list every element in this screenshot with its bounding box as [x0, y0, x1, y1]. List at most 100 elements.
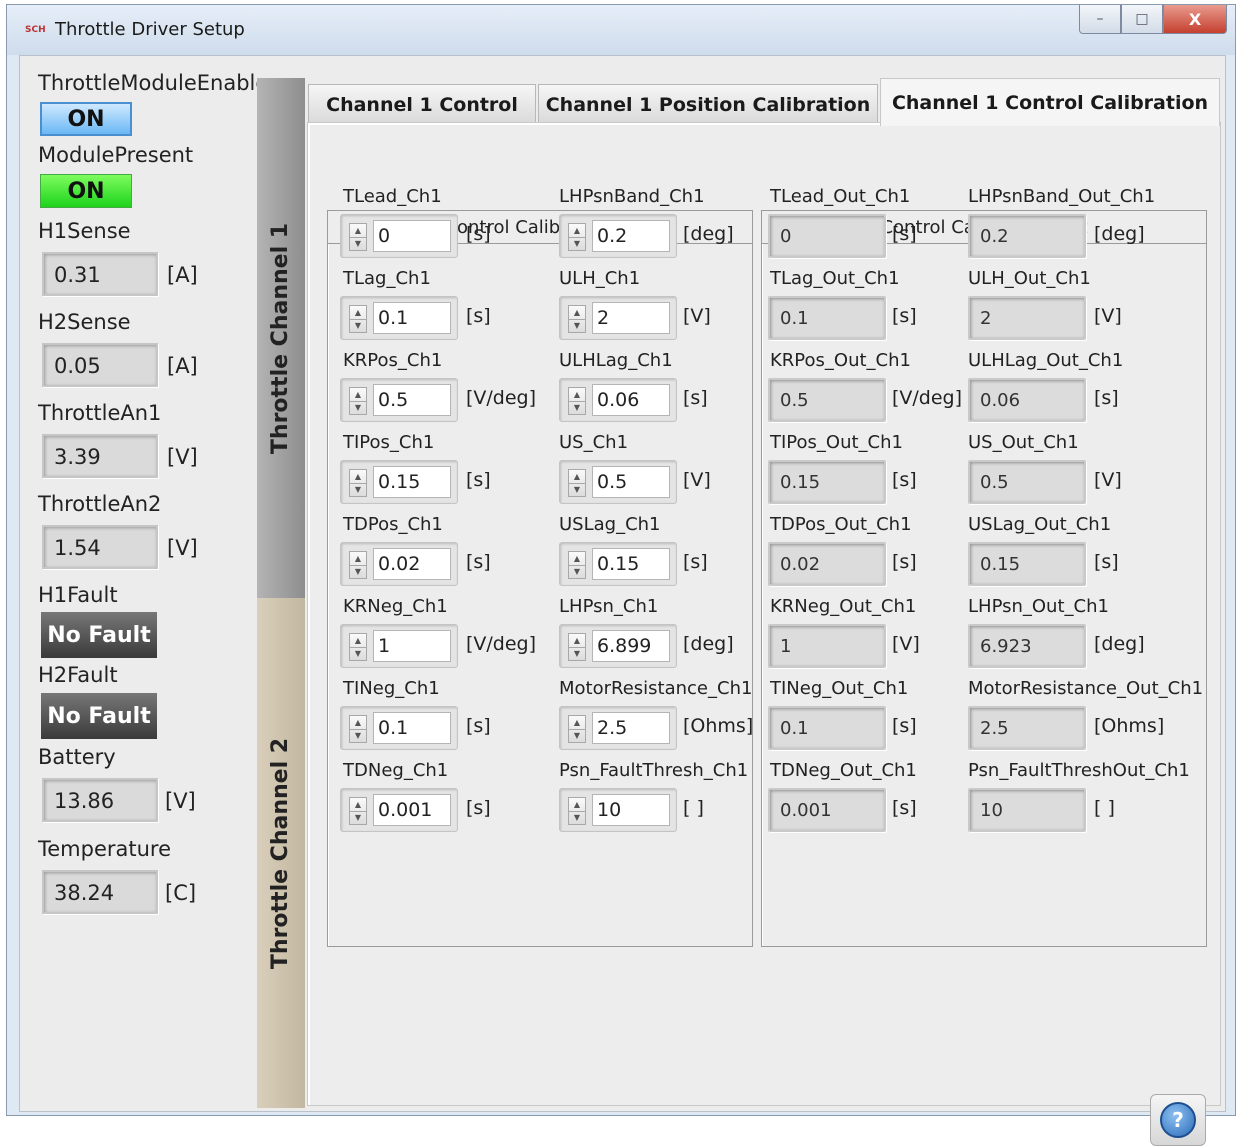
increment-arrow-icon[interactable]: ▲ [569, 552, 585, 566]
decrement-arrow-icon[interactable]: ▼ [350, 647, 366, 660]
tab-channel-1-position-calibration[interactable]: Channel 1 Position Calibration [538, 84, 878, 124]
ulh-out-ch1-unit: [V] [1094, 305, 1122, 327]
increment-arrow-icon[interactable]: ▲ [569, 388, 585, 402]
decrement-arrow-icon[interactable]: ▼ [569, 319, 585, 332]
spinner-arrows-icon[interactable]: ▲ ▼ [349, 551, 367, 579]
lhpsn-ch1-input[interactable]: 6.899 [592, 630, 670, 662]
tlead-ch1-label: TLead_Ch1 [343, 186, 442, 207]
spinner-arrows-icon[interactable]: ▲ ▼ [349, 305, 367, 333]
spinner-arrows-icon[interactable]: ▲ ▼ [349, 633, 367, 661]
decrement-arrow-icon[interactable]: ▼ [350, 565, 366, 578]
decrement-arrow-icon[interactable]: ▼ [350, 401, 366, 414]
spinner-arrows-icon[interactable]: ▲ ▼ [349, 715, 367, 743]
module-enable-button[interactable]: ON [40, 102, 132, 136]
lhpsn-ch1-unit: [deg] [683, 633, 734, 655]
spinner-arrows-icon[interactable]: ▲ ▼ [568, 715, 586, 743]
tipos-ch1-input[interactable]: 0.15 [373, 466, 451, 498]
tab-channel-1-control-calibration[interactable]: Channel 1 Control Calibration [880, 78, 1220, 126]
throttle-an2-indicator: 1.54 [42, 525, 158, 569]
spinner-arrows-icon[interactable]: ▲ ▼ [568, 633, 586, 661]
uslag-ch1-unit: [s] [683, 551, 708, 573]
decrement-arrow-icon[interactable]: ▼ [350, 729, 366, 742]
increment-arrow-icon[interactable]: ▲ [350, 388, 366, 402]
spinner-arrows-icon[interactable]: ▲ ▼ [568, 551, 586, 579]
battery-unit: [V] [165, 789, 196, 813]
spinner-arrows-icon[interactable]: ▲ ▼ [568, 387, 586, 415]
close-button[interactable]: X [1163, 5, 1227, 34]
ulh-out-ch1-label: ULH_Out_Ch1 [968, 268, 1091, 289]
tipos-out-ch1-label: TIPos_Out_Ch1 [770, 432, 903, 453]
psn-faultthresh-ch1-label: Psn_FaultThresh_Ch1 [559, 760, 749, 781]
decrement-arrow-icon[interactable]: ▼ [569, 647, 585, 660]
ulhlag-ch1-input[interactable]: 0.06 [592, 384, 670, 416]
decrement-arrow-icon[interactable]: ▼ [569, 811, 585, 824]
h2sense-unit: [A] [167, 354, 198, 378]
us-ch1-input[interactable]: 0.5 [592, 466, 670, 498]
tlead-ch1-input[interactable]: 0 [373, 220, 451, 252]
decrement-arrow-icon[interactable]: ▼ [350, 237, 366, 250]
increment-arrow-icon[interactable]: ▲ [350, 634, 366, 648]
decrement-arrow-icon[interactable]: ▼ [569, 565, 585, 578]
ulhlag-out-ch1-label: ULHLag_Out_Ch1 [968, 350, 1124, 371]
spinner-arrows-icon[interactable]: ▲ ▼ [568, 797, 586, 825]
spinner-arrows-icon[interactable]: ▲ ▼ [349, 469, 367, 497]
motorresistance-out-ch1-value: 2.5 [980, 718, 1009, 739]
decrement-arrow-icon[interactable]: ▼ [350, 811, 366, 824]
client-area: ThrottleModuleEnable ON ModulePresent ON… [19, 55, 1226, 1146]
minimize-button[interactable]: – [1079, 5, 1121, 34]
decrement-arrow-icon[interactable]: ▼ [569, 237, 585, 250]
throttle-an1-unit: [V] [167, 445, 198, 469]
decrement-arrow-icon[interactable]: ▼ [350, 483, 366, 496]
motorresistance-ch1-input[interactable]: 2.5 [592, 712, 670, 744]
lhpsnband-ch1-unit: [deg] [683, 223, 734, 245]
tab-throttle-channel-1[interactable]: Throttle Channel 1 [257, 78, 305, 598]
us-ch1-unit: [V] [683, 469, 711, 491]
krneg-out-ch1-value: 1 [780, 636, 792, 657]
increment-arrow-icon[interactable]: ▲ [569, 716, 585, 730]
uslag-out-ch1-unit: [s] [1094, 551, 1119, 573]
tdpos-ch1-input[interactable]: 0.02 [373, 548, 451, 580]
tab-throttle-channel-2[interactable]: Throttle Channel 2 [257, 598, 305, 1108]
tineg-out-ch1-unit: [s] [892, 715, 917, 737]
tlag-ch1-input[interactable]: 0.1 [373, 302, 451, 334]
spinner-arrows-icon[interactable]: ▲ ▼ [568, 223, 586, 251]
increment-arrow-icon[interactable]: ▲ [350, 470, 366, 484]
increment-arrow-icon[interactable]: ▲ [350, 716, 366, 730]
uslag-ch1-input[interactable]: 0.15 [592, 548, 670, 580]
tineg-ch1-input[interactable]: 0.1 [373, 712, 451, 744]
krneg-ch1-input[interactable]: 1 [373, 630, 451, 662]
tlag-out-ch1-indicator: 0.1 [768, 296, 886, 340]
lhpsnband-ch1-input[interactable]: 0.2 [592, 220, 670, 252]
krpos-out-ch1-indicator: 0.5 [768, 378, 886, 422]
increment-arrow-icon[interactable]: ▲ [350, 306, 366, 320]
decrement-arrow-icon[interactable]: ▼ [569, 401, 585, 414]
krpos-ch1-input[interactable]: 0.5 [373, 384, 451, 416]
tab-channel-1-control[interactable]: Channel 1 Control [308, 84, 536, 124]
decrement-arrow-icon[interactable]: ▼ [569, 483, 585, 496]
temperature-label: Temperature [38, 837, 172, 861]
increment-arrow-icon[interactable]: ▲ [350, 552, 366, 566]
tipos-out-ch1-value: 0.15 [780, 472, 821, 493]
decrement-arrow-icon[interactable]: ▼ [350, 319, 366, 332]
title-bar: SCH Throttle Driver Setup – □ X [7, 5, 1235, 55]
motorresistance-ch1-label: MotorResistance_Ch1 [559, 678, 753, 699]
ulh-ch1-input[interactable]: 2 [592, 302, 670, 334]
increment-arrow-icon[interactable]: ▲ [569, 470, 585, 484]
increment-arrow-icon[interactable]: ▲ [569, 798, 585, 812]
spinner-arrows-icon[interactable]: ▲ ▼ [349, 223, 367, 251]
increment-arrow-icon[interactable]: ▲ [350, 798, 366, 812]
spinner-arrows-icon[interactable]: ▲ ▼ [349, 797, 367, 825]
psn-faultthresh-ch1-input[interactable]: 10 [592, 794, 670, 826]
maximize-button[interactable]: □ [1121, 5, 1163, 34]
spinner-arrows-icon[interactable]: ▲ ▼ [349, 387, 367, 415]
spinner-arrows-icon[interactable]: ▲ ▼ [568, 469, 586, 497]
tdneg-out-ch1-label: TDNeg_Out_Ch1 [770, 760, 917, 781]
increment-arrow-icon[interactable]: ▲ [569, 634, 585, 648]
tdneg-ch1-input[interactable]: 0.001 [373, 794, 451, 826]
help-button[interactable]: ? [1150, 1094, 1206, 1146]
spinner-arrows-icon[interactable]: ▲ ▼ [568, 305, 586, 333]
decrement-arrow-icon[interactable]: ▼ [569, 729, 585, 742]
increment-arrow-icon[interactable]: ▲ [350, 224, 366, 238]
increment-arrow-icon[interactable]: ▲ [569, 224, 585, 238]
increment-arrow-icon[interactable]: ▲ [569, 306, 585, 320]
